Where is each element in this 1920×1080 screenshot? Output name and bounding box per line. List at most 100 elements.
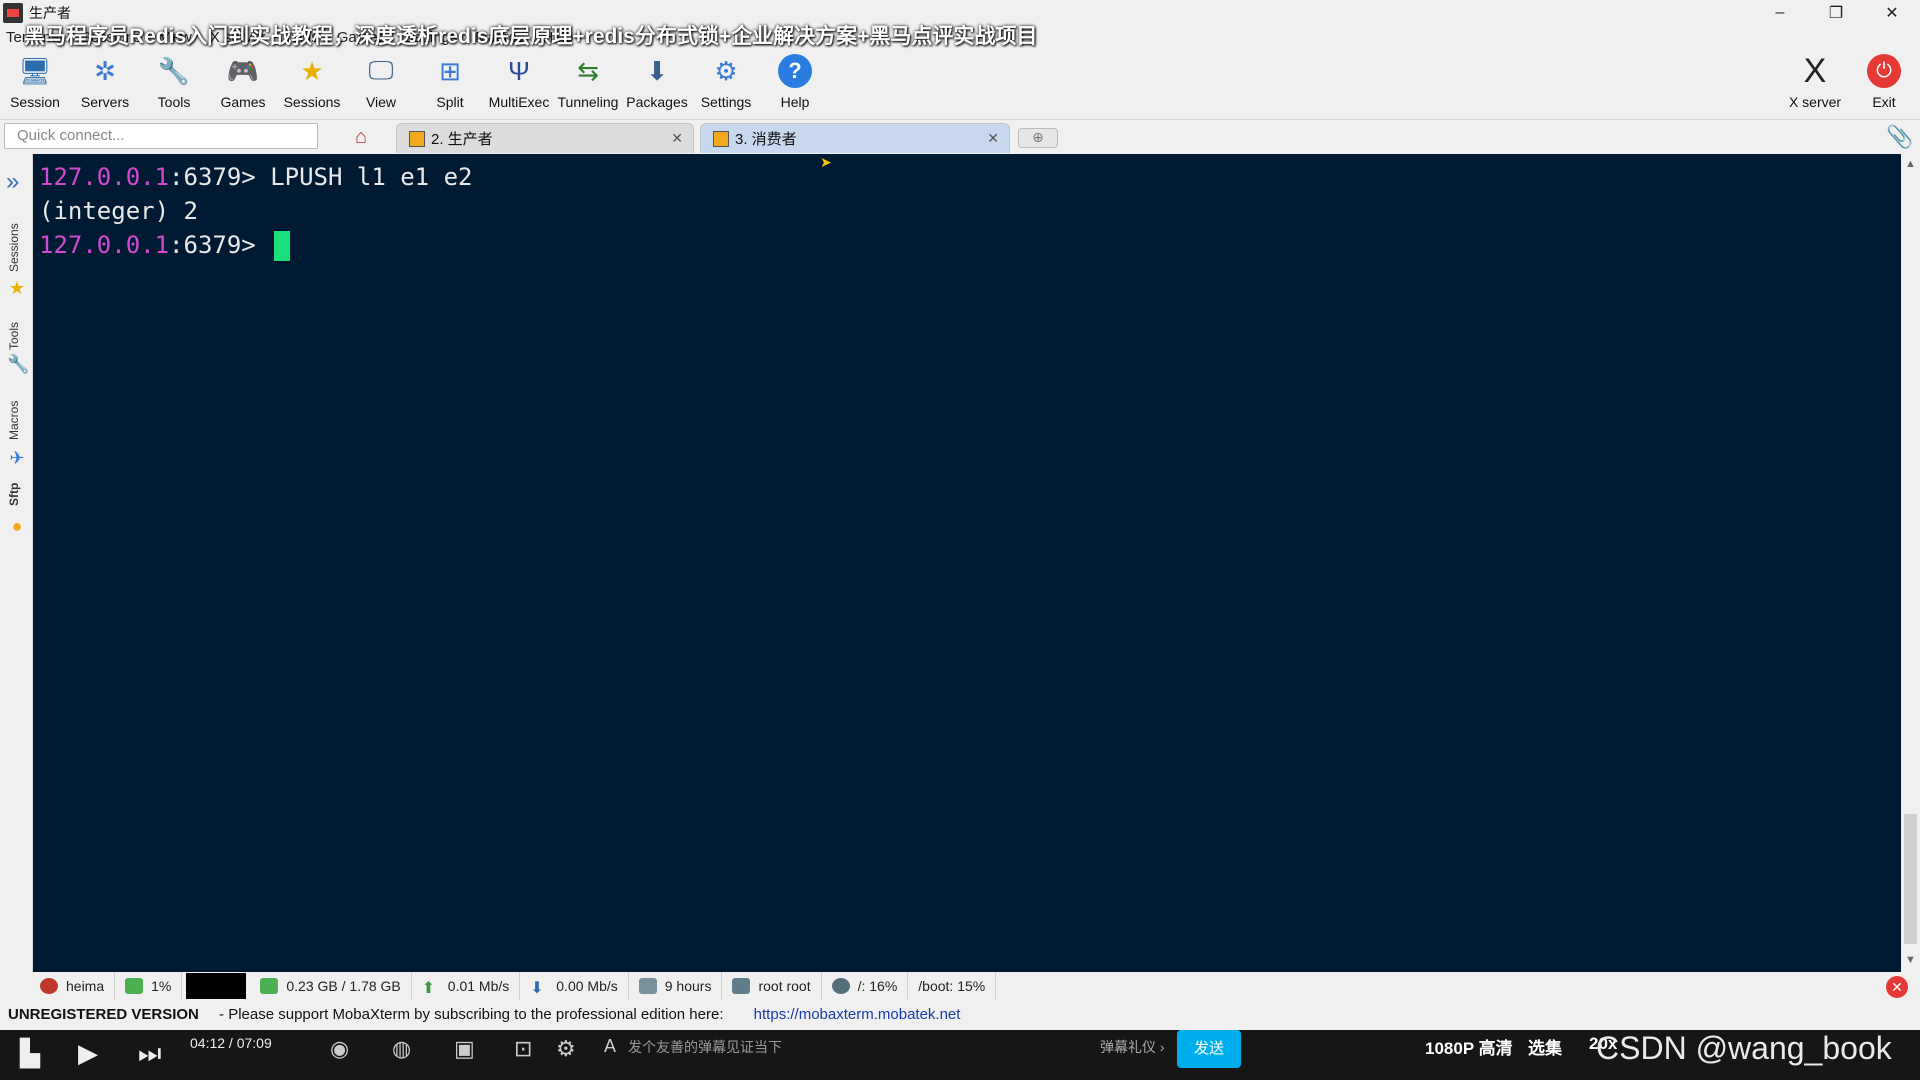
toolbar-exit-button[interactable]: ⏻ Exit [1851,54,1917,110]
tab-consumer[interactable]: 3. 消费者 ✕ [700,123,1010,153]
minimize-button[interactable]: – [1752,0,1808,26]
status-disk-boot-label: /boot: 15% [918,978,986,994]
toolbar-session-button[interactable]: 🖥 Session [2,54,68,111]
toolbar-help-button[interactable]: ? Help [762,54,828,110]
danmaku-style-icon[interactable]: A [604,1036,616,1057]
status-cpu: 1% [115,972,183,1000]
start-icon[interactable]: ▙ [20,1038,40,1069]
scroll-down-icon[interactable]: ▼ [1905,954,1916,966]
restore-button[interactable]: ❐ [1808,0,1864,26]
mobaxterm-link[interactable]: https://mobaxterm.mobatek.net [754,1006,961,1023]
tab-label: 3. 消费者 [735,131,797,148]
status-host: heima [0,972,116,1000]
close-button[interactable]: ✕ [1864,0,1920,26]
video-player-bar: ▙ ▶ ⏭ 04:12 / 07:09 ◉ ◍ ▣ ⊡ ⚙ A 发个友善的弹幕见… [0,1030,1920,1080]
scrollbar-thumb[interactable] [1904,814,1917,944]
games-icon: 🎮 [226,55,260,86]
danmaku-toggle-icon[interactable]: ⊡ [514,1036,532,1062]
next-button[interactable]: ⏭ [138,1038,161,1070]
toolbar-label: View [365,94,397,110]
danmaku-settings-icon[interactable]: ⚙ [556,1036,576,1062]
side-tab-macros[interactable]: Macros [7,401,21,440]
packages-icon: ⬇ [646,55,668,86]
download-icon: ⬇ [530,980,544,997]
toolbar-servers-button[interactable]: ✲ Servers [72,54,138,111]
status-upload: ⬆ 0.01 Mb/s [412,972,521,1000]
status-disk-root-label: /: 16% [857,978,898,994]
cpu-icon [125,978,144,994]
terminal-line: 127.0.0.1:6379> [33,228,1901,262]
toolbar-label: Packages [626,94,688,110]
toolbar-view-button[interactable]: 🖵 View [348,54,414,110]
playback-time: 04:12 / 07:09 [190,1035,272,1051]
danmaku-input[interactable]: 发个友善的弹幕见证当下 [628,1037,782,1057]
toolbar-games-button[interactable]: 🎮 Games [210,54,276,111]
side-tab-tools[interactable]: Tools [7,322,21,350]
terminal-scrollbar[interactable]: ▲ ▼ [1901,154,1920,972]
toolbar-settings-button[interactable]: ⚙ Settings [693,54,759,111]
toolbar-tunneling-button[interactable]: ⇆ Tunneling [555,54,621,111]
status-memory: 0.23 GB / 1.78 GB [250,972,412,1000]
terminal-area[interactable]: 127.0.0.1:6379> LPUSH l1 e1 e2 (integer)… [33,154,1915,1080]
mouse-pointer-icon: ➤ [820,154,832,170]
status-host-label: heima [66,978,105,994]
terminal-tab-icon [409,130,425,147]
help-icon: ? [778,54,812,88]
quick-connect-input[interactable]: Quick connect... [4,123,318,149]
toolbar-label: Tunneling [557,94,619,110]
toolbar-label: Help [780,94,810,110]
session-icon: 🖥 [18,55,52,86]
new-tab-button[interactable]: ⊕ [1018,128,1058,148]
memory-icon [260,978,279,994]
status-memory-label: 0.23 GB / 1.78 GB [286,978,401,994]
toolbar-tools-button[interactable]: 🔧 Tools [141,54,207,111]
user-icon [732,978,751,994]
toolbar-split-button[interactable]: ⊞ Split [417,54,483,111]
side-tab-sftp[interactable]: Sftp [7,483,21,506]
play-button[interactable]: ▶ [78,1038,98,1069]
quality-selector[interactable]: 1080P 高清 [1425,1034,1513,1059]
uptime-icon [638,978,657,994]
attachment-icon[interactable]: 📎 [1886,124,1913,150]
send-danmaku-button[interactable]: 发送 [1177,1030,1241,1068]
scroll-up-icon[interactable]: ▲ [1905,158,1916,170]
app-icon: ◍ [392,1036,412,1061]
split-icon: ⊞ [439,55,461,86]
app-icon: ◉ [330,1036,350,1061]
unregistered-banner: UNREGISTERED VERSION - Please support Mo… [0,1000,1920,1030]
toolbar-sessions-button[interactable]: ★ Sessions [279,54,345,111]
toolbar-label: X server [1788,94,1842,110]
side-panel: » Sessions ★ Tools 🔧 Macros ✈ Sftp ● [0,154,33,972]
toolbar-label: Exit [1872,94,1896,110]
danmaku-etiquette-link[interactable]: 弹幕礼仪 › [1100,1037,1165,1057]
settings-icon: ⚙ [714,55,738,86]
prompt-ip: 127.0.0.1 [39,163,170,191]
home-tab[interactable]: ⌂ [336,122,386,152]
tab-producer[interactable]: 2. 生产者 ✕ [396,123,694,153]
toolbar-packages-button[interactable]: ⬇ Packages [624,54,690,111]
terminal-text: :6379> [169,231,271,259]
close-status-icon[interactable]: ✕ [1886,976,1908,998]
close-tab-icon[interactable]: ✕ [671,130,683,147]
x-server-icon: X [1803,51,1827,90]
terminal-tab-icon [713,130,729,147]
expand-sidebar-icon[interactable]: » [6,168,19,196]
status-cpu-label: 1% [151,978,172,994]
side-tab-sessions[interactable]: Sessions [7,223,21,272]
cpu-graph [186,973,247,999]
power-icon: ⏻ [1867,54,1901,88]
terminal-text: :6379> LPUSH l1 e1 e2 [169,163,473,191]
terminal-line: (integer) 2 [33,194,1901,228]
view-icon: 🖵 [368,55,394,85]
toolbar-x-server-button[interactable]: X X server [1782,51,1848,111]
toolbar-label: Settings [700,94,752,110]
episodes-button[interactable]: 选集 [1528,1034,1562,1059]
close-tab-icon[interactable]: ✕ [987,130,999,147]
toolbar-multiexec-button[interactable]: Ψ MultiExec [486,54,552,111]
status-user-label: root root [758,978,811,994]
toolbar-label: MultiExec [488,94,550,110]
toolbar-label: Tools [157,94,191,110]
toolbar-label: Session [10,94,60,110]
status-download: ⬇ 0.00 Mb/s [520,972,629,1000]
status-bar: heima 1% 0.23 GB / 1.78 GB ⬆ 0.01 Mb/s ⬇ 0… [0,972,1920,1000]
